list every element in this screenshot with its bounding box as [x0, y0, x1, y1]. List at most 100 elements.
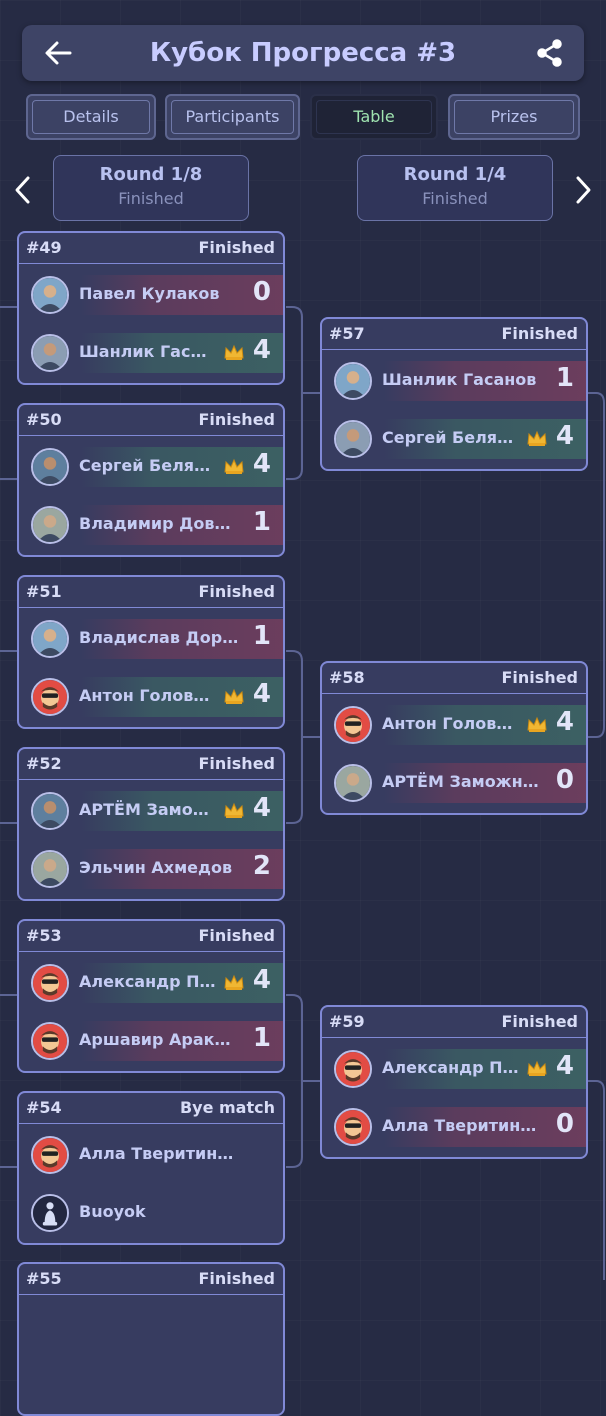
player-score: 4 [555, 707, 574, 737]
photo-avatar [31, 620, 69, 658]
match-id: #50 [26, 410, 62, 429]
cartoon-avatar [31, 1022, 69, 1060]
match-id: #57 [329, 324, 365, 343]
player-row[interactable]: АРТЁМ Замож... 4 [19, 791, 283, 831]
photo-avatar [31, 792, 69, 830]
player-row[interactable]: АРТЁМ Заможний 0 [322, 763, 586, 803]
player-score: 4 [252, 965, 271, 995]
photo-avatar [31, 850, 69, 888]
photo-avatar [31, 334, 69, 372]
tab-table[interactable]: Table [310, 94, 438, 140]
player-row[interactable]: Александр По... 4 [322, 1049, 586, 1089]
player-row[interactable]: Сергей Беляков 4 [322, 419, 586, 459]
player-name: АРТЁМ Заможний [382, 772, 542, 791]
round-name: Round 1/8 [99, 164, 203, 185]
photo-avatar [31, 506, 69, 544]
match-header: #52 Finished [19, 749, 283, 780]
player-row[interactable]: Антон Голова... 4 [322, 705, 586, 745]
player-row[interactable]: Аршавир Аракелян 1 [19, 1021, 283, 1061]
crown-icon [526, 1059, 548, 1077]
photo-avatar [334, 362, 372, 400]
crown-icon [223, 343, 245, 361]
match-status: Finished [501, 324, 578, 343]
player-row[interactable]: Владислав Дорого... 1 [19, 619, 283, 659]
tab-details[interactable]: Details [26, 94, 156, 140]
player-name: Антон Голова... [382, 714, 520, 733]
match-card[interactable]: #57 Finished Шанлик Гасанов 1 Сергей Беляков… [320, 317, 588, 471]
round-name: Round 1/4 [403, 164, 507, 185]
player-score: 1 [555, 363, 574, 393]
player-name: Антон Голова... [79, 686, 217, 705]
player-name: АРТЁМ Замож... [79, 800, 217, 819]
match-card[interactable]: #55 Finished [17, 1262, 285, 1416]
chevron-right-icon[interactable] [568, 170, 598, 210]
match-id: #49 [26, 238, 62, 257]
player-row[interactable]: Павел Кулаков 0 [19, 275, 283, 315]
tab-participants[interactable]: Participants [165, 94, 300, 140]
tab-bar: Details Participants Table Prizes [22, 94, 584, 142]
match-id: #59 [329, 1012, 365, 1031]
chevron-left-icon[interactable] [8, 170, 38, 210]
cartoon-avatar [334, 1108, 372, 1146]
match-status: Finished [198, 410, 275, 429]
crown-icon [223, 801, 245, 819]
player-score: 4 [252, 449, 271, 479]
player-score: 0 [555, 765, 574, 795]
player-row[interactable]: Антон Голова... 4 [19, 677, 283, 717]
cartoon-avatar [31, 678, 69, 716]
player-name: Александр По... [79, 972, 217, 991]
match-status: Finished [198, 1269, 275, 1288]
match-card[interactable]: #53 Finished Александр По... 4 Аршавир Араке… [17, 919, 285, 1073]
player-row[interactable]: Алла Тверитинова 0 [322, 1107, 586, 1147]
match-card[interactable]: #58 Finished Антон Голова... 4 АРТЁМ Заможни… [320, 661, 588, 815]
match-card[interactable]: #52 Finished АРТЁМ Замож... 4 Эльчин Ахмедов… [17, 747, 285, 901]
player-name: Сергей Беляков [382, 428, 520, 447]
match-id: #58 [329, 668, 365, 687]
tab-prizes[interactable]: Prizes [448, 94, 580, 140]
match-header: #58 Finished [322, 663, 586, 694]
player-name: Buoyok [79, 1202, 146, 1221]
player-score: 4 [555, 421, 574, 451]
share-icon[interactable] [534, 37, 566, 69]
match-card[interactable]: #54 Bye match Алла Тверитинова Buoyok [17, 1091, 285, 1245]
crown-icon [223, 687, 245, 705]
player-name: Александр По... [382, 1058, 520, 1077]
match-card[interactable]: #59 Finished Александр По... 4 Алла Тверитин… [320, 1005, 588, 1159]
match-header: #49 Finished [19, 233, 283, 264]
back-arrow-icon[interactable] [40, 35, 76, 71]
crown-icon [223, 457, 245, 475]
player-row[interactable]: Шанлик Гасанов 1 [322, 361, 586, 401]
match-header: #57 Finished [322, 319, 586, 350]
player-row[interactable]: Сергей Беляков 4 [19, 447, 283, 487]
player-row[interactable]: Buoyok [19, 1193, 283, 1233]
player-row[interactable]: Алла Тверитинова [19, 1135, 283, 1175]
match-card[interactable]: #50 Finished Сергей Беляков 4 Владимир Довыд… [17, 403, 285, 557]
crown-icon [223, 973, 245, 991]
match-header: #50 Finished [19, 405, 283, 436]
crown-icon [526, 429, 548, 447]
player-score: 4 [252, 679, 271, 709]
player-name: Павел Кулаков [79, 284, 220, 303]
player-row[interactable]: Эльчин Ахмедов 2 [19, 849, 283, 889]
match-header: #59 Finished [322, 1007, 586, 1038]
tournament-title: Кубок Прогресса #3 [149, 38, 457, 68]
player-row[interactable]: Владимир Довыде... 1 [19, 505, 283, 545]
player-score: 0 [555, 1109, 574, 1139]
crown-icon [526, 715, 548, 733]
player-row[interactable]: Шанлик Гасанов 4 [19, 333, 283, 373]
match-card[interactable]: #49 Finished Павел Кулаков 0 Шанлик Гасанов 4 [17, 231, 285, 385]
match-status: Finished [501, 668, 578, 687]
match-status: Bye match [179, 1098, 275, 1117]
round-header-1-8: Round 1/8 Finished [53, 155, 249, 221]
match-header: #51 Finished [19, 577, 283, 608]
photo-avatar [334, 420, 372, 458]
player-score: 4 [555, 1051, 574, 1081]
player-row[interactable]: Александр По... 4 [19, 963, 283, 1003]
round-header-1-4: Round 1/4 Finished [357, 155, 553, 221]
player-score: 4 [252, 335, 271, 365]
match-card[interactable]: #51 Finished Владислав Дорого... 1 Антон Гол… [17, 575, 285, 729]
player-score: 1 [252, 507, 271, 537]
match-header: #54 Bye match [19, 1093, 283, 1124]
photo-avatar [334, 764, 372, 802]
match-status: Finished [198, 926, 275, 945]
